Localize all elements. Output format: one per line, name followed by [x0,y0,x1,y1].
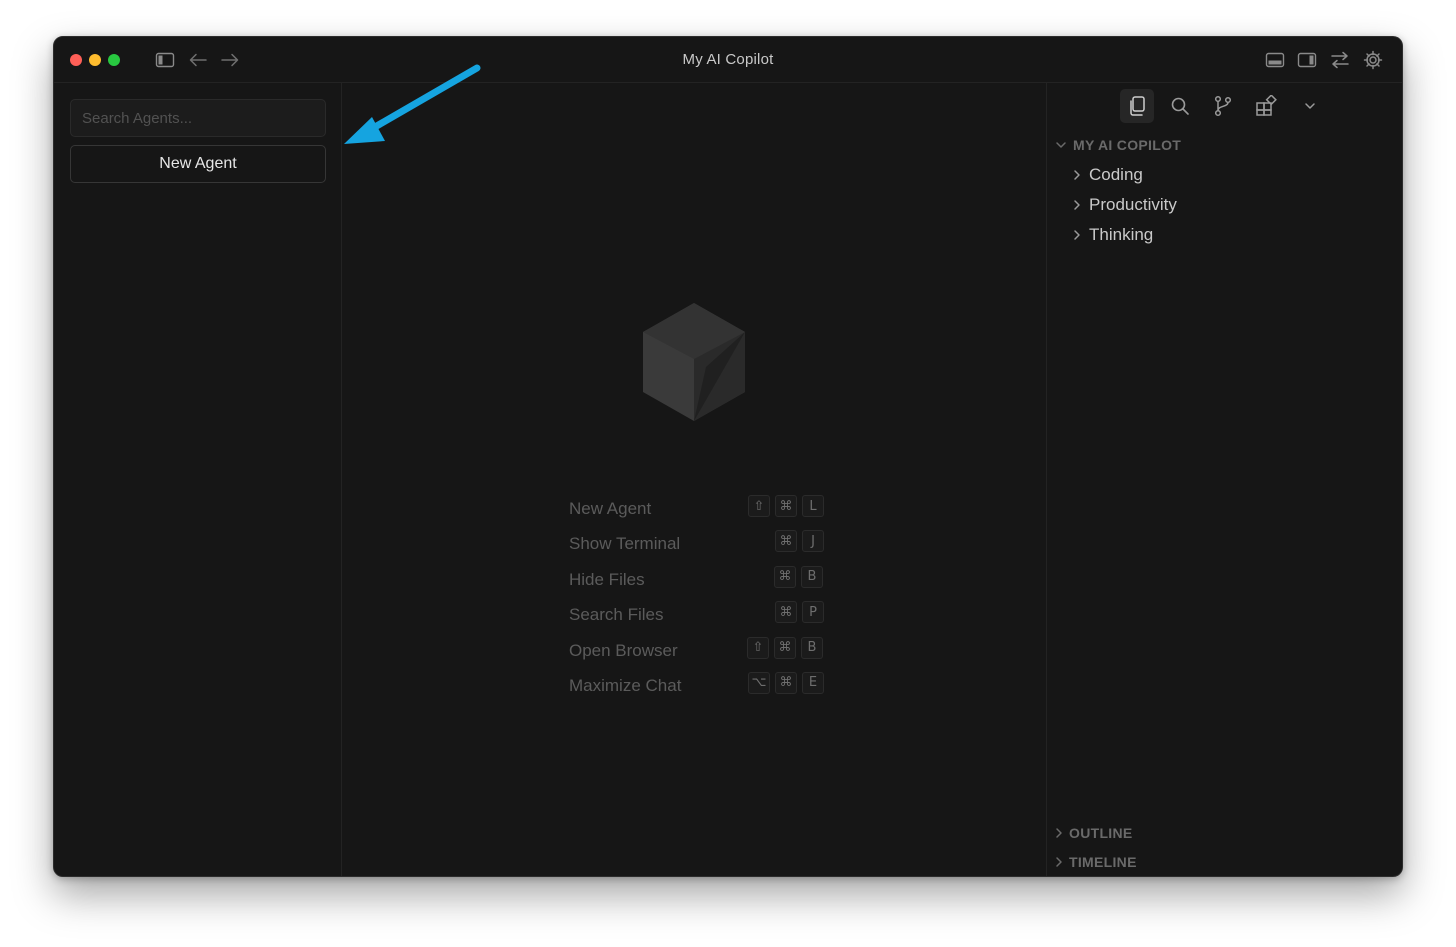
annotation-arrow-icon [344,64,481,144]
